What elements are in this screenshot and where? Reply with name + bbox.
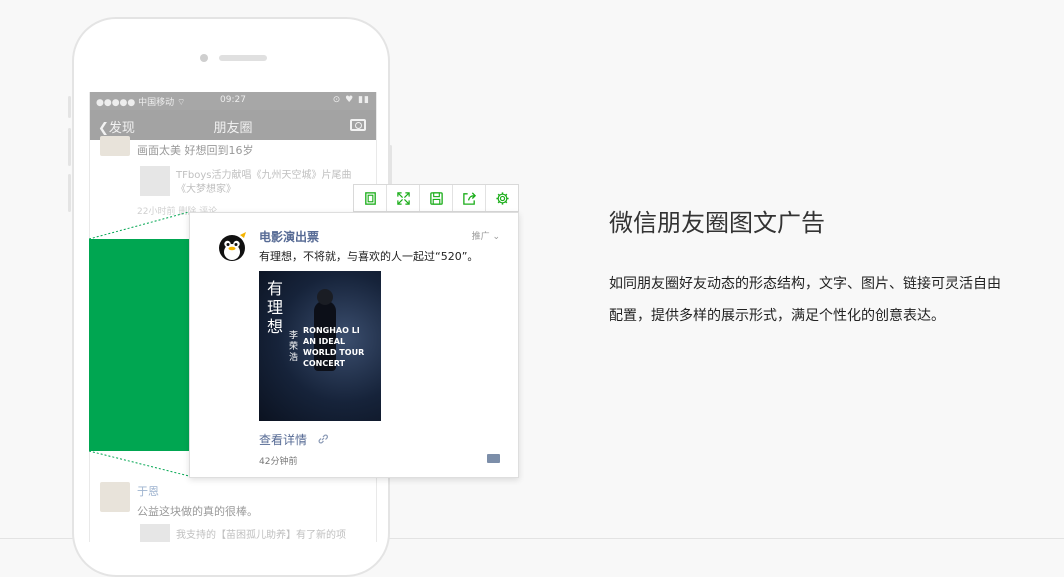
gear-icon <box>495 191 509 205</box>
post-time: 42分钟前 <box>259 457 298 467</box>
fullscreen-button[interactable] <box>387 185 420 211</box>
post-text: 公益这块做的真的很棒。 <box>137 505 258 518</box>
ad-text: 有理想，不将就，与喜欢的人一起过“520”。 <box>259 250 479 263</box>
poster-singer: 李荣浩 <box>289 331 299 363</box>
expand-icon <box>396 191 410 205</box>
share-icon <box>462 191 476 205</box>
page-title: 微信朋友圈图文广告 <box>609 209 825 237</box>
preview-toolbar <box>353 184 519 212</box>
navbar-title: 朋友圈 <box>213 121 253 136</box>
comment-icon[interactable] <box>487 454 500 463</box>
copy-icon <box>364 191 376 205</box>
friend-avatar <box>100 482 130 512</box>
share-thumbnail <box>140 166 170 196</box>
phone-speaker <box>219 55 267 61</box>
phone-side-button <box>68 174 71 212</box>
zoom-connector <box>89 211 190 477</box>
sponsored-tag[interactable]: 推广 ⌄ <box>472 229 500 242</box>
ad-poster-image[interactable]: 有 理 想 李荣浩 RONGHAO LI AN IDEAL WORLD TOUR… <box>259 271 381 421</box>
friend-avatar <box>100 136 130 156</box>
settings-button[interactable] <box>486 185 518 211</box>
carrier-signal: ●●●●● 中国移动 ⌔ <box>96 98 186 108</box>
copy-button[interactable] <box>354 185 387 211</box>
view-details-link[interactable]: 查看详情 <box>259 431 307 448</box>
feature-description: 如同朋友圈好友动态的形态结构，文字、图片、链接可灵活自由配置，提供多样的展示形式… <box>609 276 1001 324</box>
penguin-avatar-icon <box>214 227 250 263</box>
poster-english-title: RONGHAO LI AN IDEAL WORLD TOUR CONCERT <box>303 326 365 368</box>
share-title-line: TFboys活力献唱《九州天空城》片尾曲 <box>176 170 352 181</box>
share-button[interactable] <box>453 185 486 211</box>
moments-navbar: ❮发现 朋友圈 <box>90 110 376 140</box>
phone-side-button <box>68 128 71 166</box>
advertiser-name[interactable]: 电影演出票 <box>259 228 319 245</box>
share-thumbnail <box>140 524 170 542</box>
share-title-line: 我支持的【苗困孤儿助养】有了新的项 <box>176 530 346 541</box>
moments-ad-card: 电影演出票 推广 ⌄ 有理想，不将就，与喜欢的人一起过“520”。 有 理 想 … <box>189 212 519 478</box>
phone-side-button <box>68 96 71 118</box>
post-text: 画面太美 好想回到16岁 <box>137 144 254 157</box>
save-icon <box>429 191 443 205</box>
phone-camera-dot <box>200 54 208 62</box>
status-icons: ⊙ ♥ ▮▮ <box>332 95 370 105</box>
friend-name: 于恩 <box>137 485 159 498</box>
poster-vertical-title: 有 理 想 <box>266 279 283 336</box>
camera-icon[interactable] <box>350 119 366 131</box>
poster-figure-head <box>317 289 333 305</box>
link-icon <box>318 434 328 444</box>
status-bar: ●●●●● 中国移动 ⌔ 09:27 ⊙ ♥ ▮▮ <box>90 92 376 110</box>
save-button[interactable] <box>420 185 453 211</box>
status-time: 09:27 <box>220 95 246 105</box>
share-title-line: 《大梦想家》 <box>176 184 236 195</box>
